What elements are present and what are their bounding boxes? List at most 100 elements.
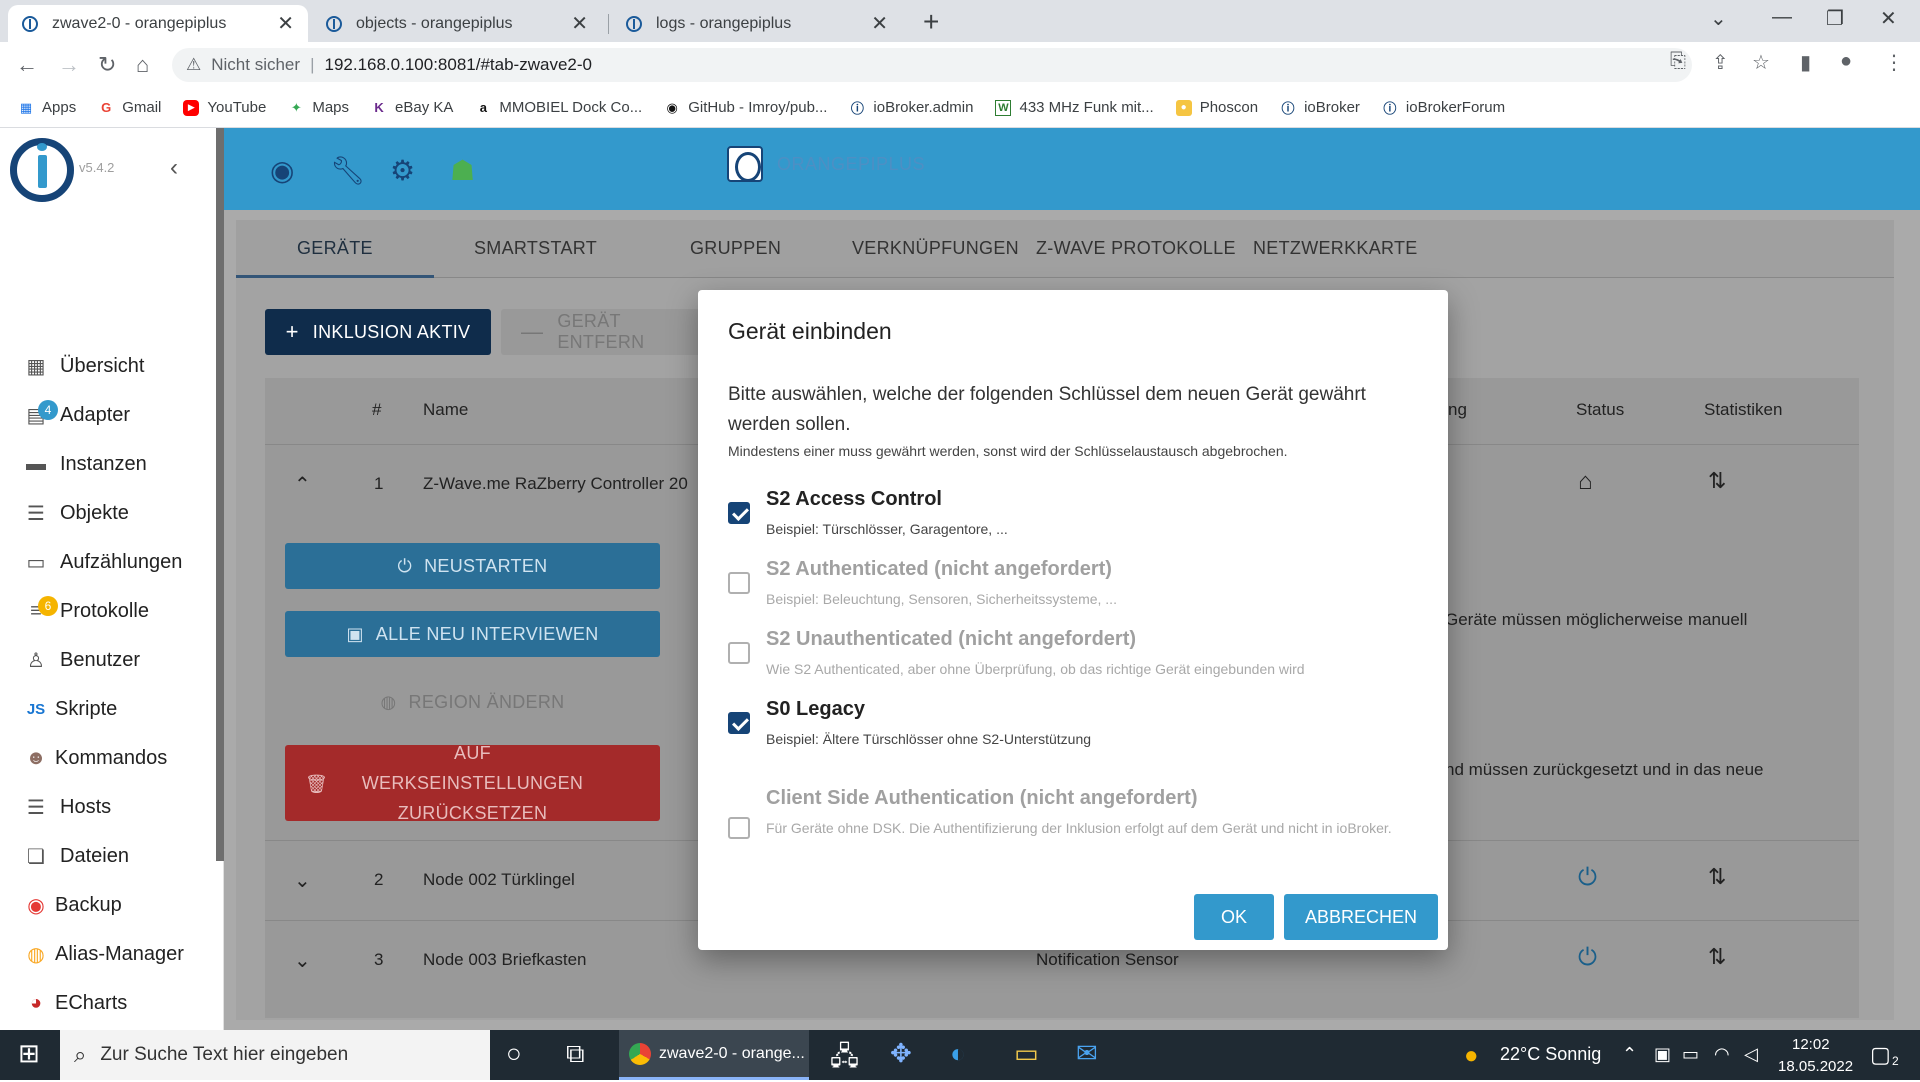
stats-arrows-icon[interactable]: ⇅ [1708,864,1726,890]
forward-icon[interactable]: → [58,52,80,78]
sidebar-item-uebersicht[interactable]: ▦ Übersicht [0,342,216,391]
checkbox-client-side-auth[interactable] [728,817,750,839]
close-tab-icon[interactable]: ✕ [571,11,588,36]
browser-tab-logs[interactable]: logs - orangepiplus ✕ [612,5,902,42]
cortana-icon[interactable]: ○ [506,1038,522,1069]
expand-row-icon[interactable]: ⌄ [294,948,311,973]
chevron-left-icon[interactable]: ‹ [170,154,178,182]
chevron-up-icon[interactable]: ⌃ [1622,1044,1637,1065]
notification-center-icon[interactable]: ▢ [1870,1042,1891,1068]
tab-search-icon[interactable]: ⌄ [1710,6,1727,31]
taskbar-search[interactable]: ⌕ Zur Suche Text hier eingeben [60,1030,490,1080]
bookmark-gmail[interactable]: G Gmail [98,99,161,116]
sidebar-item-alias-manager[interactable]: ◍ Alias-Manager [0,930,216,979]
weather-text[interactable]: 22°C Sonnig [1500,1044,1601,1065]
collapse-row-icon[interactable]: ⌃ [294,472,311,497]
sidebar-item-protokolle[interactable]: ≡ 6 Protokolle [0,587,216,636]
cancel-button[interactable]: ABBRECHEN [1284,894,1438,940]
tab-verknuepfungen[interactable]: VERKNÜPFUNGEN [852,238,1019,259]
ok-button[interactable]: OK [1194,894,1274,940]
sidebar-item-echarts[interactable]: ◕ ECharts [0,979,216,1028]
bookmark-phoscon[interactable]: ● Phoscon [1175,99,1258,116]
browser-tab-objects[interactable]: objects - orangepiplus ✕ [312,5,602,42]
sidebar-item-hosts[interactable]: ☰ Hosts [0,783,216,832]
expand-row-icon[interactable]: ⌄ [294,868,311,893]
sidebar-item-skripte[interactable]: JS Skripte [0,685,216,734]
task-view-icon[interactable]: ⧉ [566,1038,585,1070]
profile-avatar-icon[interactable]: ● [1840,50,1852,73]
taskbar-chrome-item[interactable]: zwave2-0 - orange... [619,1030,809,1080]
restore-icon[interactable]: ❐ [1826,6,1844,31]
file-explorer-icon[interactable]: ▭ [1014,1038,1039,1069]
stats-arrows-icon[interactable]: ⇅ [1708,468,1726,494]
checkbox-s2-unauthenticated[interactable] [728,642,750,664]
battery-icon[interactable]: ▭ [1682,1044,1699,1065]
bookmark-iobroker[interactable]: ⓘ ioBroker [1280,99,1360,116]
tab-netzwerkkarte[interactable]: NETZWERKKARTE [1253,238,1418,259]
eye-icon[interactable]: ◉ [270,154,294,187]
device-icon[interactable]: ▣ [1654,1044,1671,1065]
minimize-icon[interactable]: — [1772,6,1792,29]
bookmark-ebay-ka[interactable]: KeBay KA [371,99,453,116]
amazon-icon: a [479,100,487,115]
stats-arrows-icon[interactable]: ⇅ [1708,944,1726,970]
checkbox-s0-legacy[interactable] [728,712,750,734]
checkbox-s2-access-control[interactable] [728,502,750,524]
expert-mode-icon[interactable]: ☗ [450,154,475,187]
exclusion-button[interactable]: — GERÄT ENTFERN [501,309,701,355]
edge-icon[interactable]: ◐ [950,1038,966,1069]
inclusion-button[interactable]: + INKLUSION AKTIV [265,309,491,355]
side-panel-icon[interactable]: ▮ [1800,50,1811,75]
browser-tab-zwave[interactable]: zwave2-0 - orangepiplus ✕ [8,5,308,42]
translate-icon[interactable]: ⎘ [1670,50,1686,73]
close-tab-icon[interactable]: ✕ [871,11,888,36]
bookmark-433mhz[interactable]: W 433 MHz Funk mit... [995,99,1154,116]
tab-smartstart[interactable]: SMARTSTART [474,238,597,259]
puzzle-app-icon[interactable]: ✥ [890,1038,912,1069]
home-icon[interactable]: ⌂ [136,52,149,78]
checkbox-s2-authenticated[interactable] [728,572,750,594]
back-icon[interactable]: ← [16,52,38,78]
change-region-button[interactable]: ◍ REGION ÄNDERN [285,679,660,725]
omnibox[interactable]: ⚠ Nicht sicher | 192.168.0.100:8081/#tab… [172,48,1692,82]
bookmark-iobroker-forum[interactable]: ⓘ ioBrokerForum [1382,99,1505,116]
windows-start-icon[interactable]: ⊞ [18,1038,40,1069]
iobroker-logo-icon[interactable] [10,138,74,202]
reinterview-all-button[interactable]: ▣ ALLE NEU INTERVIEWEN [285,611,660,657]
sidebar-item-aufzaehlungen[interactable]: ▭ Aufzählungen [0,538,216,587]
mail-icon[interactable]: ✉ [1076,1038,1098,1069]
clock-time[interactable]: 12:02 [1792,1036,1830,1053]
factory-reset-button[interactable]: 🗑︎ AUF WERKSEINSTELLUNGEN ZURÜCKSETZEN [285,743,660,823]
bookmark-youtube[interactable]: ▶ YouTube [183,99,266,116]
bookmark-apps[interactable]: ▦ Apps [18,99,76,116]
sidebar-item-instanzen[interactable]: ▬ Instanzen [0,440,216,489]
sidebar-item-backup[interactable]: ◉ Backup [0,881,216,930]
volume-icon[interactable]: ◁ [1744,1044,1758,1065]
sidebar-item-kommandos[interactable]: ☻ Kommandos [0,734,216,783]
sidebar-item-adapter[interactable]: ▤ 4 Adapter [0,391,216,440]
clock-date[interactable]: 18.05.2022 [1778,1058,1853,1075]
reload-icon[interactable]: ↻ [98,52,116,78]
wifi-icon[interactable]: ◠ [1714,1044,1730,1065]
new-tab-icon[interactable]: + [923,6,939,38]
bookmark-maps[interactable]: ✦ Maps [288,99,349,116]
bookmark-star-icon[interactable]: ☆ [1752,50,1770,75]
bookmark-github[interactable]: ◉ GitHub - Imroy/pub... [664,99,828,116]
tab-gruppen[interactable]: GRUPPEN [690,238,781,259]
close-tab-icon[interactable]: ✕ [277,11,294,36]
share-icon[interactable]: ⇪ [1712,50,1729,75]
restart-button[interactable]: ⏻ NEUSTARTEN [285,543,660,589]
network-app-icon[interactable]: 🖧︎ [830,1038,859,1082]
sidebar-item-objekte[interactable]: ☰ Objekte [0,489,216,538]
chrome-menu-icon[interactable]: ⋮ [1884,50,1904,75]
tab-zwave-protokolle[interactable]: Z-WAVE PROTOKOLLE [1036,238,1236,259]
theme-icon[interactable]: ⚙ [390,154,415,187]
sidebar-item-benutzer[interactable]: ♙ Benutzer [0,636,216,685]
tab-geraete[interactable]: GERÄTE [297,238,373,259]
close-window-icon[interactable]: ✕ [1880,6,1897,31]
sidebar-item-dateien[interactable]: ❏ Dateien [0,832,216,881]
bookmark-iobroker-admin[interactable]: ⓘ ioBroker.admin [849,99,974,116]
wrench-icon[interactable]: 🔧︎ [330,154,366,187]
sidebar-scrollbar[interactable] [216,128,224,861]
bookmark-mmobiel[interactable]: a MMOBIEL Dock Co... [475,99,642,116]
